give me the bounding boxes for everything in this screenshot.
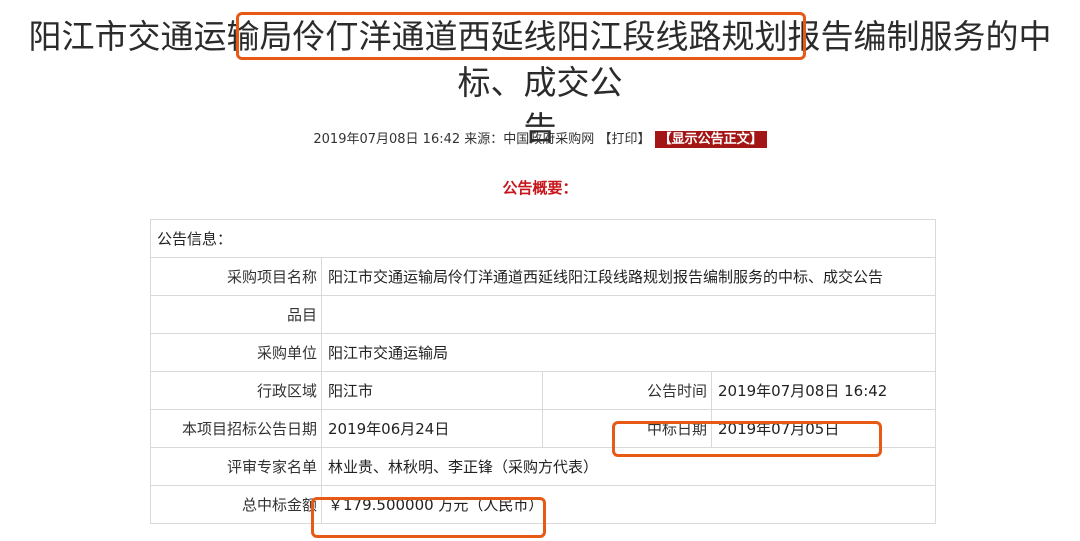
meta-line: 2019年07月08日 16:42 来源：中国政府采购网 【打印】 【显示公告正… [0, 128, 1080, 148]
table-row: 本项目招标公告日期 2019年06月24日 中标日期 2019年07月05日 [150, 409, 937, 448]
tender-date-label: 本项目招标公告日期 [150, 409, 322, 448]
publish-time-label: 公告时间 [542, 371, 712, 410]
amount-label: 总中标金额 [150, 485, 322, 524]
region-label: 行政区域 [150, 371, 322, 410]
source-text: 来源：中国政府采购网 [464, 132, 595, 147]
table-row: 采购项目名称 阳江市交通运输局伶仃洋通道西延线阳江段线路规划报告编制服务的中标、… [150, 257, 937, 296]
project-name-value: 阳江市交通运输局伶仃洋通道西延线阳江段线路规划报告编制服务的中标、成交公告 [320, 257, 937, 296]
region-value: 阳江市 [321, 371, 543, 410]
table-row: 行政区域 阳江市 公告时间 2019年07月08日 16:42 [150, 371, 937, 410]
announcement-info-table: 公告信息： 采购项目名称 阳江市交通运输局伶仃洋通道西延线阳江段线路规划报告编制… [149, 219, 937, 524]
table-row: 品目 [150, 295, 937, 334]
experts-label: 评审专家名单 [150, 447, 322, 486]
publish-date: 2019年07月08日 16:42 [313, 132, 461, 147]
item-label: 品目 [150, 295, 322, 334]
table-row: 采购单位 阳江市交通运输局 [150, 333, 937, 372]
amount-value: ￥179.500000 万元（人民币） [320, 485, 937, 524]
table-row: 公告信息： [149, 219, 937, 258]
print-link[interactable]: 【打印】 [598, 132, 650, 147]
purchaser-value: 阳江市交通运输局 [320, 333, 937, 372]
show-announcement-button[interactable]: 【显示公告正文】 [654, 131, 767, 148]
purchaser-label: 采购单位 [150, 333, 322, 372]
section-header: 公告信息： [149, 219, 937, 258]
experts-value: 林业贵、林秋明、李正锋（采购方代表） [320, 447, 937, 486]
project-name-label: 采购项目名称 [150, 257, 322, 296]
summary-title: 公告概要： [502, 179, 578, 197]
page-title-line1: 阳江市交通运输局伶仃洋通道西延线阳江段线路规划报告编制服务的中标、成交公 [28, 17, 1052, 102]
tender-date-value: 2019年06月24日 [321, 409, 543, 448]
award-date-label: 中标日期 [542, 409, 712, 448]
item-value [320, 295, 937, 334]
award-date-value: 2019年07月05日 [710, 409, 937, 448]
publish-time-value: 2019年07月08日 16:42 [710, 371, 937, 410]
table-row: 评审专家名单 林业贵、林秋明、李正锋（采购方代表） [150, 447, 937, 486]
table-row: 总中标金额 ￥179.500000 万元（人民币） [150, 485, 937, 524]
